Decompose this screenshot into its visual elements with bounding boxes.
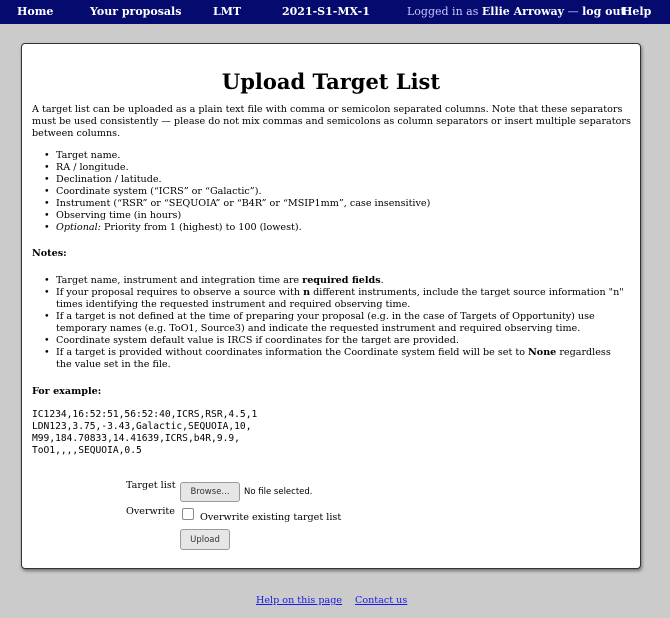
note-text: If a target is provided without coordina… (56, 347, 529, 358)
notes-list: Target name, instrument and integration … (44, 275, 624, 371)
optional-text: Priority from 1 (highest) to 100 (lowest… (100, 222, 302, 233)
column-list: Target name. RA / longitude. Declination… (44, 150, 624, 234)
login-status: Logged in as Ellie Arroway — log out (407, 5, 626, 18)
overwrite-checkbox-label[interactable]: Overwrite existing target list (200, 512, 341, 523)
login-separator: — (567, 5, 579, 18)
main-panel: Upload Target List A target list can be … (21, 43, 641, 569)
nav-semester-link[interactable]: 2021-S1-MX-1 (282, 5, 370, 18)
optional-label: Optional: (56, 222, 101, 233)
note-emphasis: required fields (302, 275, 381, 286)
note-emphasis: None (528, 347, 557, 358)
target-list-label: Target list (126, 480, 176, 491)
list-item: Target name. (44, 150, 624, 162)
example-code: IC1234,16:52:51,56:52:40,ICRS,RSR,4.5,1 … (32, 409, 258, 456)
list-item: If a target is provided without coordina… (44, 347, 624, 371)
nav-help-link[interactable]: Help (622, 5, 651, 18)
browse-button[interactable]: Browse... (180, 482, 240, 502)
list-item: Observing time (in hours) (44, 210, 624, 222)
page-title: Upload Target List (221, 69, 441, 94)
user-name: Ellie Arroway (481, 5, 565, 18)
note-text: Target name, instrument and integration … (56, 275, 303, 286)
help-page-link[interactable]: Help on this page (256, 595, 342, 606)
list-item: Instrument (“RSR” or “SEQUOIA” or “B4R” … (44, 198, 624, 210)
upload-button[interactable]: Upload (180, 529, 230, 550)
list-item: Optional: Priority from 1 (highest) to 1… (44, 222, 624, 234)
notes-heading: Notes: (32, 248, 67, 259)
list-item: Declination / latitude. (44, 174, 624, 186)
list-item: RA / longitude. (44, 162, 624, 174)
example-heading: For example: (32, 386, 102, 397)
nav-home-link[interactable]: Home (17, 5, 53, 18)
list-item: If a target is not defined at the time o… (44, 311, 624, 335)
note-text: . (380, 275, 384, 286)
contact-link[interactable]: Contact us (355, 595, 407, 606)
file-status: No file selected. (244, 487, 313, 497)
list-item: Coordinate system (“ICRS” or “Galactic”)… (44, 186, 624, 198)
note-text: If your proposal requires to observe a s… (56, 287, 304, 298)
list-item: Coordinate system default value is IRCS … (44, 335, 624, 347)
overwrite-checkbox[interactable] (182, 508, 194, 520)
list-item: If your proposal requires to observe a s… (44, 287, 624, 311)
list-item: Target name, instrument and integration … (44, 275, 624, 287)
top-navigation-bar: Home Your proposals LMT 2021-S1-MX-1 Log… (0, 0, 670, 24)
logout-link[interactable]: log out (582, 5, 625, 18)
login-status-prefix: Logged in as (407, 5, 479, 18)
nav-proposals-link[interactable]: Your proposals (90, 5, 181, 18)
overwrite-label: Overwrite (126, 506, 175, 517)
intro-text: A target list can be uploaded as a plain… (32, 104, 631, 139)
nav-facility-link[interactable]: LMT (213, 5, 241, 18)
